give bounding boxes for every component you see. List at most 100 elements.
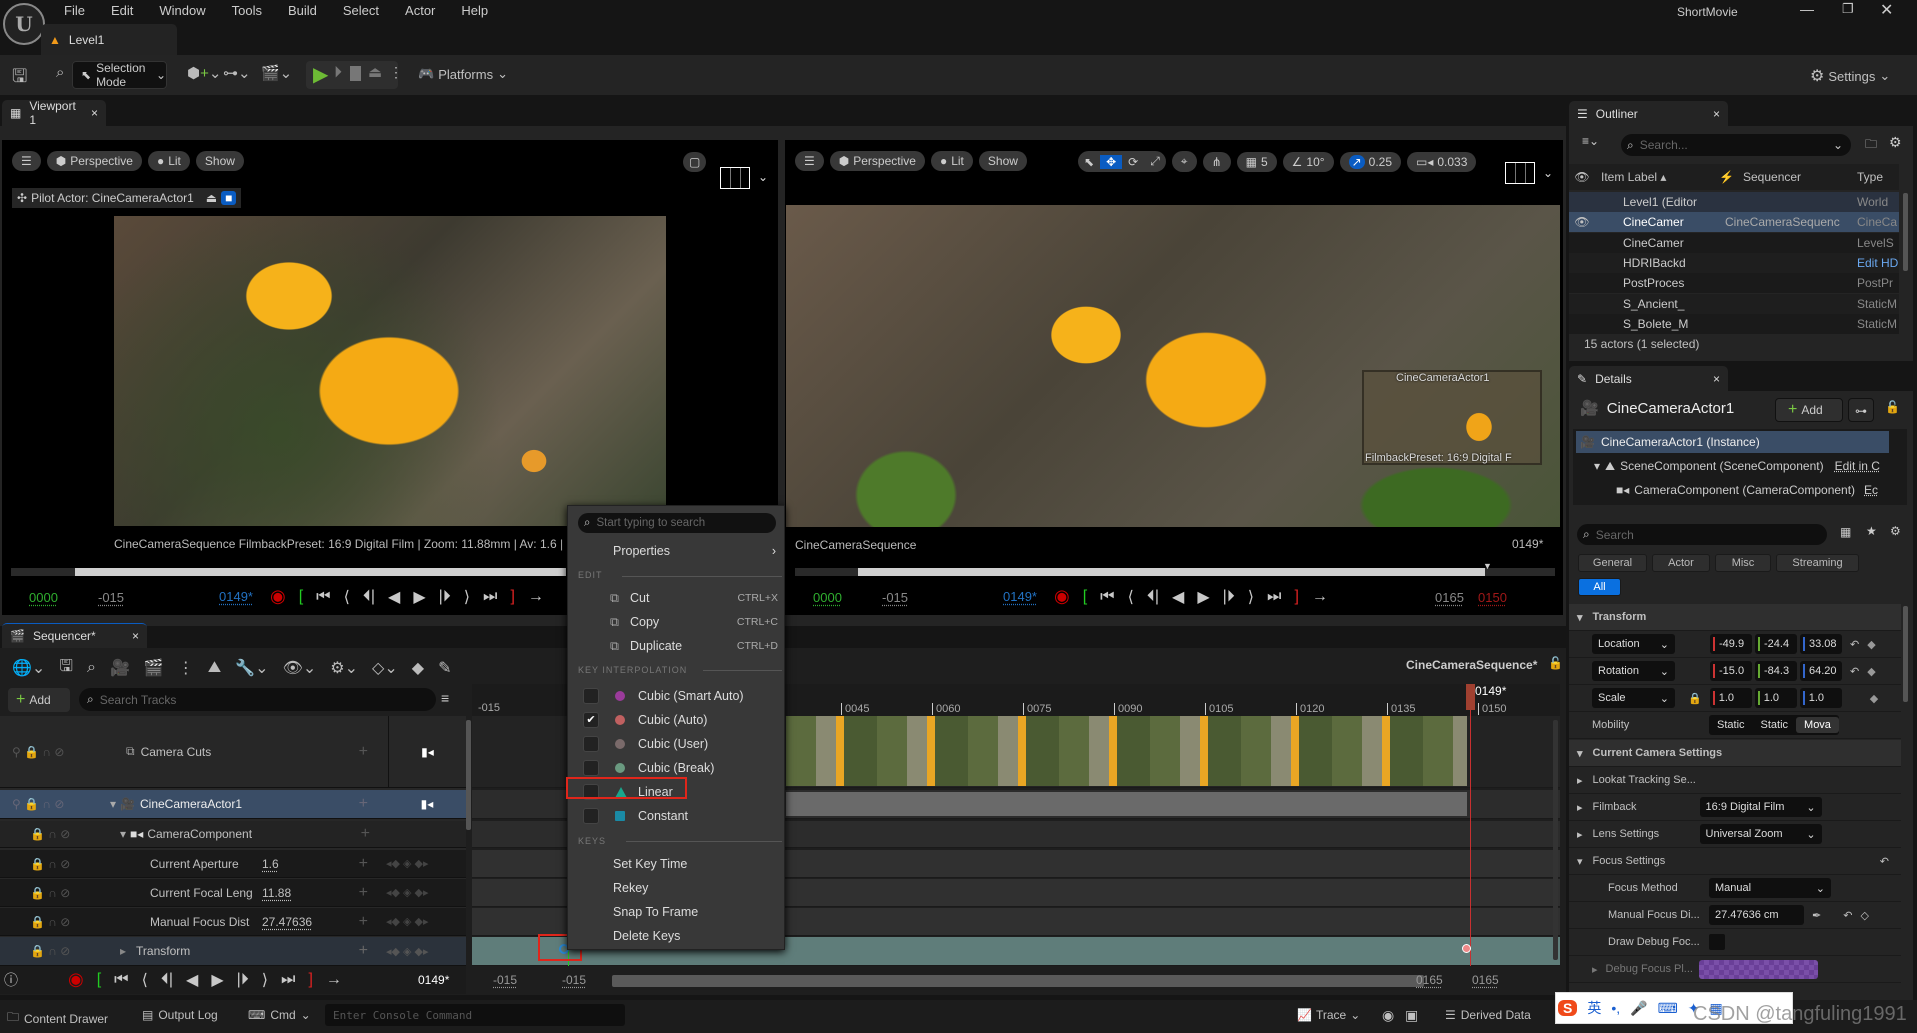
selection-mode-button[interactable]: ⬉ Selection Mode ⌄: [72, 61, 167, 89]
console-input[interactable]: Enter Console Command: [325, 1004, 625, 1026]
jump-start-button[interactable]: ⏮: [316, 588, 330, 606]
lock-icon[interactable]: 🔒: [1688, 692, 1702, 705]
details-tab[interactable]: ✎ Details ×: [1569, 366, 1728, 391]
prev-key-button[interactable]: ⟨: [1128, 587, 1134, 607]
section-camera-settings[interactable]: ▾ Current Camera Settings: [1569, 740, 1901, 767]
menu-build[interactable]: Build: [288, 3, 317, 18]
minimize-button[interactable]: —: [1800, 1, 1814, 17]
expand-icon[interactable]: ▸: [1577, 801, 1583, 814]
track-current-focal-length[interactable]: 🔒 ∩ ⊘ Current Focal Leng 11.88 + ◂◆ ◈ ◆▸: [0, 879, 466, 907]
record-button[interactable]: ◉: [68, 969, 84, 990]
key-diamond-icon[interactable]: ◆: [1867, 638, 1875, 651]
add-icon[interactable]: +: [359, 913, 368, 931]
menu-actor[interactable]: Actor: [405, 3, 435, 18]
search-tracks-input[interactable]: ⌕ Search Tracks: [79, 688, 436, 711]
range-end-icon[interactable]: ]: [510, 588, 514, 606]
range-start-icon[interactable]: [: [299, 588, 303, 606]
edit-in-link[interactable]: Ec: [1864, 483, 1878, 497]
column-sequencer[interactable]: Sequencer: [1739, 170, 1857, 184]
menu-window[interactable]: Window: [159, 3, 205, 18]
outliner-row[interactable]: S_Bolete_M StaticM: [1569, 313, 1899, 334]
lit-button[interactable]: ● Lit: [930, 151, 973, 171]
reset-icon[interactable]: ↶: [1880, 855, 1889, 868]
camera-toggle-button[interactable]: ▮◂: [388, 797, 466, 811]
loop-arrow-icon[interactable]: →: [1312, 588, 1328, 606]
track-cine-camera-actor[interactable]: ⚲ 🔒 ∩ ⊘ ▾ 🎥 CineCameraActor1 + ▮◂: [0, 790, 466, 819]
gear-icon[interactable]: ⚙: [1890, 524, 1901, 538]
component-scene[interactable]: ▾ ⛰ SceneComponent (SceneComponent) Edit in…: [1576, 455, 1889, 477]
info-icon[interactable]: ⓘ: [4, 970, 18, 990]
playhead-line[interactable]: [1470, 684, 1471, 966]
edit-in-link[interactable]: Edit in C: [1835, 459, 1880, 473]
close-icon[interactable]: ×: [91, 106, 98, 120]
add-icon[interactable]: +: [359, 942, 368, 960]
eject-button[interactable]: ⏏: [368, 63, 382, 81]
view-start-frame[interactable]: -015: [493, 973, 517, 987]
grid-snap-button[interactable]: ▦ 5: [1236, 151, 1277, 172]
filter-all[interactable]: All: [1578, 578, 1621, 596]
location-z[interactable]: 33.08: [1800, 634, 1842, 654]
track-camera-component[interactable]: 🔒 ∩ ⊘ ▾ ■◂ CameraComponent +: [0, 821, 466, 848]
add-icon[interactable]: +: [359, 795, 368, 813]
focus-settings-row[interactable]: ▾ Focus Settings ↶: [1569, 848, 1901, 875]
reset-icon[interactable]: ↶: [1850, 638, 1859, 651]
next-key-button[interactable]: ⟩: [1248, 587, 1254, 607]
content-drawer-button[interactable]: 🗀 Content Drawer: [7, 1008, 108, 1029]
sequencer-tab[interactable]: 🎬 Sequencer* ×: [2, 623, 147, 648]
menu-search-input[interactable]: ⌕ Start typing to search: [578, 513, 776, 533]
reset-icon[interactable]: ↶: [1850, 665, 1859, 678]
scale-tool-icon[interactable]: ⤢: [1144, 154, 1166, 169]
scale-snap-button[interactable]: ↗ 0.25: [1339, 151, 1401, 172]
key-nav-icons[interactable]: ◂◆ ◈ ◆▸: [386, 857, 466, 870]
snapshot-icon[interactable]: ▣: [1405, 1007, 1418, 1024]
add-component-button[interactable]: + Add: [1775, 398, 1843, 422]
camera-speed-button[interactable]: ▭◂ 0.033: [1407, 151, 1477, 172]
location-y[interactable]: -24.4: [1755, 634, 1797, 654]
track-transform[interactable]: 🔒 ∩ ⊘ ▸ Transform + ◂◆ ◈ ◆▸: [0, 937, 466, 966]
blueprint-icon[interactable]: ⊶⌄: [223, 64, 251, 82]
menu-item-delete-keys[interactable]: Delete Keys: [568, 925, 786, 947]
perspective-button[interactable]: ⬢ Perspective: [829, 151, 925, 171]
lookat-row[interactable]: ▸ Lookat Tracking Se...: [1569, 767, 1901, 794]
track-list-scrollbar[interactable]: [466, 720, 471, 830]
location-dropdown[interactable]: Location ⌄: [1592, 634, 1675, 654]
sequencer-current-frame[interactable]: 0149*: [418, 973, 449, 987]
right-scrub-bar[interactable]: [795, 568, 1555, 576]
expand-arrow-icon[interactable]: ▾: [110, 797, 116, 811]
expand-icon[interactable]: ▸: [1577, 828, 1583, 841]
chevron-down-icon[interactable]: ⌄: [1543, 166, 1553, 180]
range-end-icon[interactable]: ]: [1294, 588, 1298, 606]
angle-snap-button[interactable]: ∠ 10°: [1282, 151, 1334, 172]
column-type[interactable]: Type: [1857, 170, 1883, 184]
expand-icon[interactable]: ▸: [1592, 963, 1598, 976]
add-icon[interactable]: +: [359, 855, 368, 873]
checkbox[interactable]: [583, 760, 599, 776]
trace-button[interactable]: 📈 Trace ⌄: [1297, 1008, 1360, 1022]
render-movie-icon[interactable]: 🎥: [110, 658, 130, 678]
mobility-static[interactable]: Static: [1709, 719, 1753, 731]
menu-item-snap-to-frame[interactable]: Snap To Frame: [568, 901, 786, 923]
track-toggles[interactable]: 🔒 ∩ ⊘: [0, 827, 96, 841]
layout-grid-icon[interactable]: [720, 167, 750, 189]
details-scrollbar[interactable]: [1903, 606, 1908, 702]
track-current-aperture[interactable]: 🔒 ∩ ⊘ Current Aperture 1.6 + ◂◆ ◈ ◆▸: [0, 850, 466, 878]
scrub-playhead[interactable]: ▼: [1483, 561, 1492, 571]
outliner-search-input[interactable]: ⌕ Search... ⌄: [1621, 134, 1851, 156]
focus-method-dropdown[interactable]: Manual ⌄: [1709, 878, 1831, 898]
column-item-label[interactable]: Item Label ▴: [1595, 170, 1719, 184]
add-icon[interactable]: +: [359, 884, 368, 902]
advance-frame-button[interactable]: ⏵: [334, 64, 342, 82]
step-back-button[interactable]: ⏴|: [161, 971, 173, 989]
filter-actor[interactable]: Actor: [1652, 554, 1710, 572]
track-toggles[interactable]: 🔒 ∩ ⊘: [0, 944, 96, 958]
scale-y[interactable]: 1.0: [1754, 688, 1797, 708]
stop-button[interactable]: [350, 66, 361, 81]
pencil-icon[interactable]: ✎: [438, 658, 451, 678]
select-tool-icon[interactable]: ⬉: [1078, 155, 1100, 169]
ime-language[interactable]: 英: [1587, 998, 1601, 1018]
checkbox[interactable]: [583, 688, 599, 704]
add-icon[interactable]: +: [361, 825, 370, 843]
maximize-viewport-button[interactable]: ▢: [683, 152, 707, 172]
range-start-icon[interactable]: [: [97, 971, 101, 989]
loop-arrow-icon[interactable]: →: [528, 588, 544, 606]
